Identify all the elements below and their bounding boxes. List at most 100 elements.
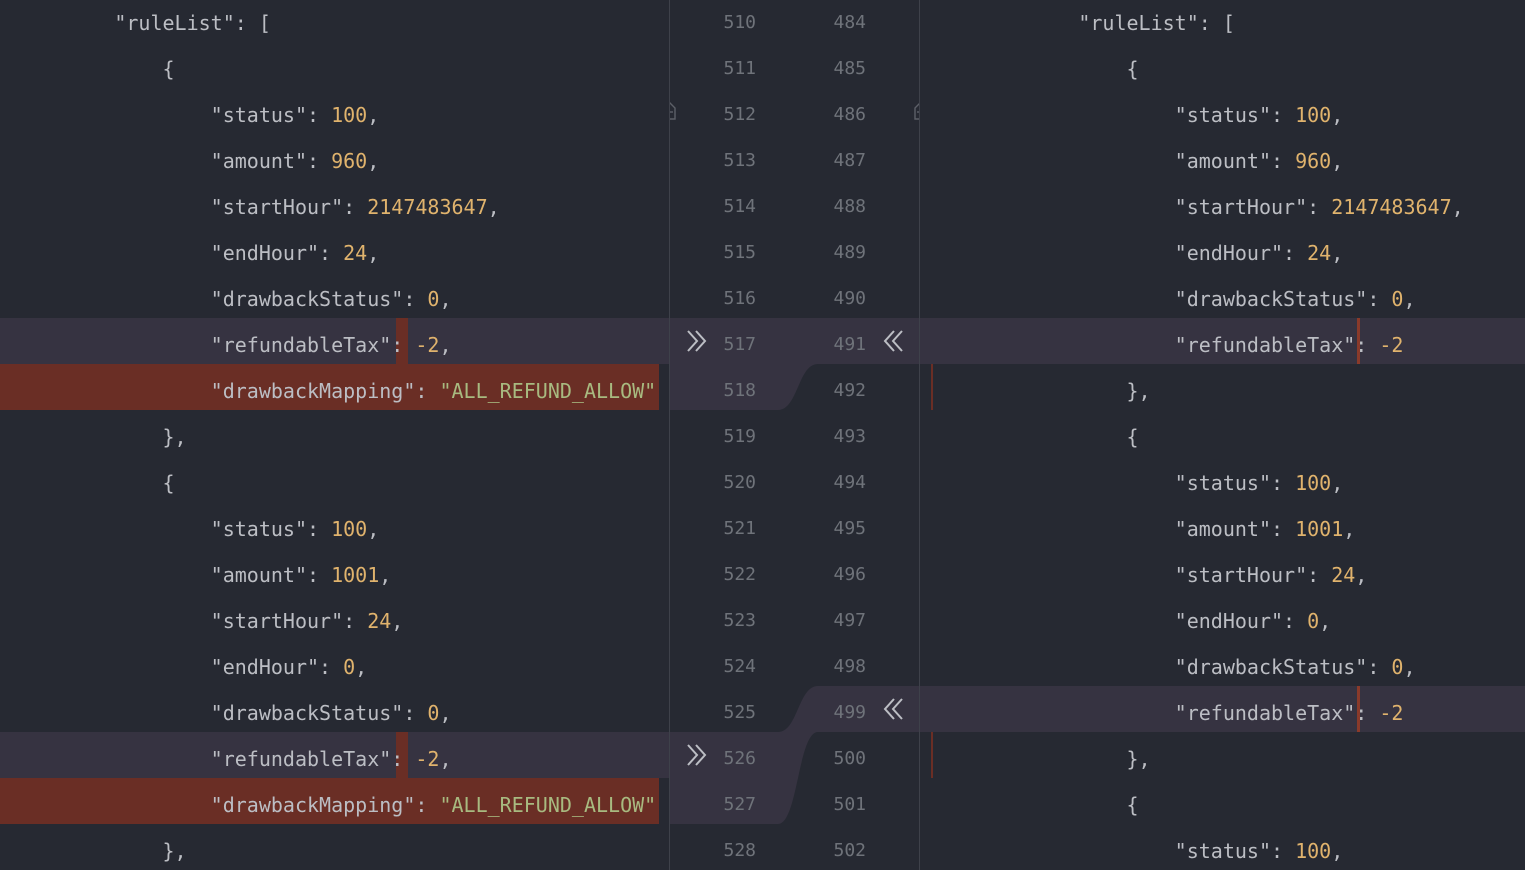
left-code-line[interactable]: "status": 100, [18, 506, 380, 552]
left-code-line[interactable]: }, [18, 414, 187, 460]
right-code-line[interactable]: "amount": 1001, [982, 506, 1356, 552]
code-token: 0 [427, 701, 440, 725]
code-token: , [487, 195, 500, 219]
code-token: , [367, 149, 380, 173]
right-code-line[interactable]: "status": 100, [982, 460, 1344, 506]
code-token: -2 [1379, 333, 1404, 357]
code-token: : [306, 563, 332, 587]
left-code-line[interactable]: "drawbackMapping": "ALL_REFUND_ALLOW" [18, 782, 657, 828]
left-code-line[interactable]: "drawbackMapping": "ALL_REFUND_ALLOW" [18, 368, 657, 414]
right-code-line[interactable]: "startHour": 2147483647, [982, 184, 1464, 230]
right-code-line[interactable]: "refundableTax": -2 [982, 322, 1404, 368]
right-line-number: 498 [833, 656, 866, 677]
right-code-line[interactable]: "status": 100, [982, 92, 1344, 138]
double-chevron-right-icon[interactable] [684, 740, 712, 770]
right-code-line[interactable]: "endHour": 24, [982, 230, 1344, 276]
double-chevron-left-icon[interactable] [878, 694, 906, 724]
code-token: , [1331, 149, 1344, 173]
code-token: "endHour" [1174, 609, 1284, 633]
left-editor-pane[interactable]: "ruleList": [ { "status": 100, "amount":… [0, 0, 670, 870]
left-code-line[interactable]: "amount": 1001, [18, 552, 392, 598]
right-code-line[interactable]: "drawbackStatus": 0, [982, 644, 1416, 690]
code-token: 2147483647 [1331, 195, 1452, 219]
code-token: -2 [1379, 701, 1404, 725]
code-token: 24 [1331, 563, 1356, 587]
code-token: -2 [415, 747, 440, 771]
right-code-line[interactable]: { [982, 46, 1139, 92]
left-code-line[interactable]: "startHour": 2147483647, [18, 184, 500, 230]
code-token: : [1307, 195, 1332, 219]
code-token: , [1451, 195, 1464, 219]
right-line-number: 493 [833, 426, 866, 447]
code-token: : [306, 149, 332, 173]
code-token: "amount" [210, 149, 307, 173]
code-token: : [415, 379, 440, 403]
left-code-line[interactable]: "amount": 960, [18, 138, 380, 184]
right-line-number: 489 [833, 242, 866, 263]
left-code-line[interactable]: "drawbackStatus": 0, [18, 276, 452, 322]
left-code-line[interactable]: "status": 100, [18, 92, 380, 138]
right-code-line[interactable]: "amount": 960, [982, 138, 1344, 184]
left-code-line[interactable]: "refundableTax": -2, [18, 322, 452, 368]
left-code-line[interactable]: { [18, 46, 175, 92]
code-token: "status" [210, 517, 307, 541]
left-code-line[interactable]: "endHour": 0, [18, 644, 368, 690]
code-token: "amount" [1174, 517, 1271, 541]
left-code-line[interactable]: "endHour": 24, [18, 230, 380, 276]
left-line-number: 511 [723, 58, 756, 79]
left-line-number: 520 [723, 472, 756, 493]
left-line-number: 515 [723, 242, 756, 263]
left-line-number: 526 [723, 748, 756, 769]
left-code-line[interactable]: "drawbackStatus": 0, [18, 690, 452, 736]
code-token: "drawbackStatus" [1174, 287, 1368, 311]
code-token: "startHour" [1174, 563, 1308, 587]
code-token: 24 [1307, 241, 1332, 265]
code-token: : [1307, 563, 1332, 587]
right-code-line[interactable]: "refundableTax": -2 [982, 690, 1404, 736]
code-token: : [403, 287, 428, 311]
left-code-line[interactable]: "startHour": 24, [18, 598, 404, 644]
right-code-line[interactable]: }, [982, 368, 1151, 414]
right-code-line[interactable]: "status": 100, [982, 828, 1344, 870]
fold-marker-icon[interactable] [670, 102, 677, 120]
code-token: , [439, 701, 452, 725]
right-code-line[interactable]: }, [982, 736, 1151, 782]
code-token: 960 [331, 149, 368, 173]
code-token: : [403, 701, 428, 725]
right-line-number: 494 [833, 472, 866, 493]
left-code-line[interactable]: { [18, 460, 175, 506]
left-line-number: 512 [723, 104, 756, 125]
code-token: , [1331, 839, 1344, 863]
code-token: , [391, 609, 404, 633]
code-token: : [ [1198, 11, 1235, 35]
right-code-line[interactable]: "startHour": 24, [982, 552, 1368, 598]
left-code-line[interactable]: "refundableTax": -2, [18, 736, 452, 782]
right-line-number: 490 [833, 288, 866, 309]
left-code-line[interactable]: "ruleList": [ [18, 0, 271, 46]
right-code-line[interactable]: "ruleList": [ [982, 0, 1235, 46]
right-code-line[interactable]: { [982, 414, 1139, 460]
code-token: 0 [1307, 609, 1320, 633]
code-token: }, [162, 425, 187, 449]
code-token: , [379, 563, 392, 587]
code-token: : [1270, 517, 1296, 541]
left-code-line[interactable]: }, [18, 828, 187, 870]
right-line-number: 486 [833, 104, 866, 125]
code-token: { [162, 471, 175, 495]
right-code-line[interactable]: { [982, 782, 1139, 828]
right-line-number: 487 [833, 150, 866, 171]
right-code-line[interactable]: "endHour": 0, [982, 598, 1332, 644]
right-code-line[interactable]: "drawbackStatus": 0, [982, 276, 1416, 322]
right-editor-pane[interactable]: "ruleList": [ { "status": 100, "amount":… [920, 0, 1525, 870]
double-chevron-right-icon[interactable] [684, 326, 712, 356]
code-token: , [1331, 471, 1344, 495]
double-chevron-left-icon[interactable] [878, 326, 906, 356]
